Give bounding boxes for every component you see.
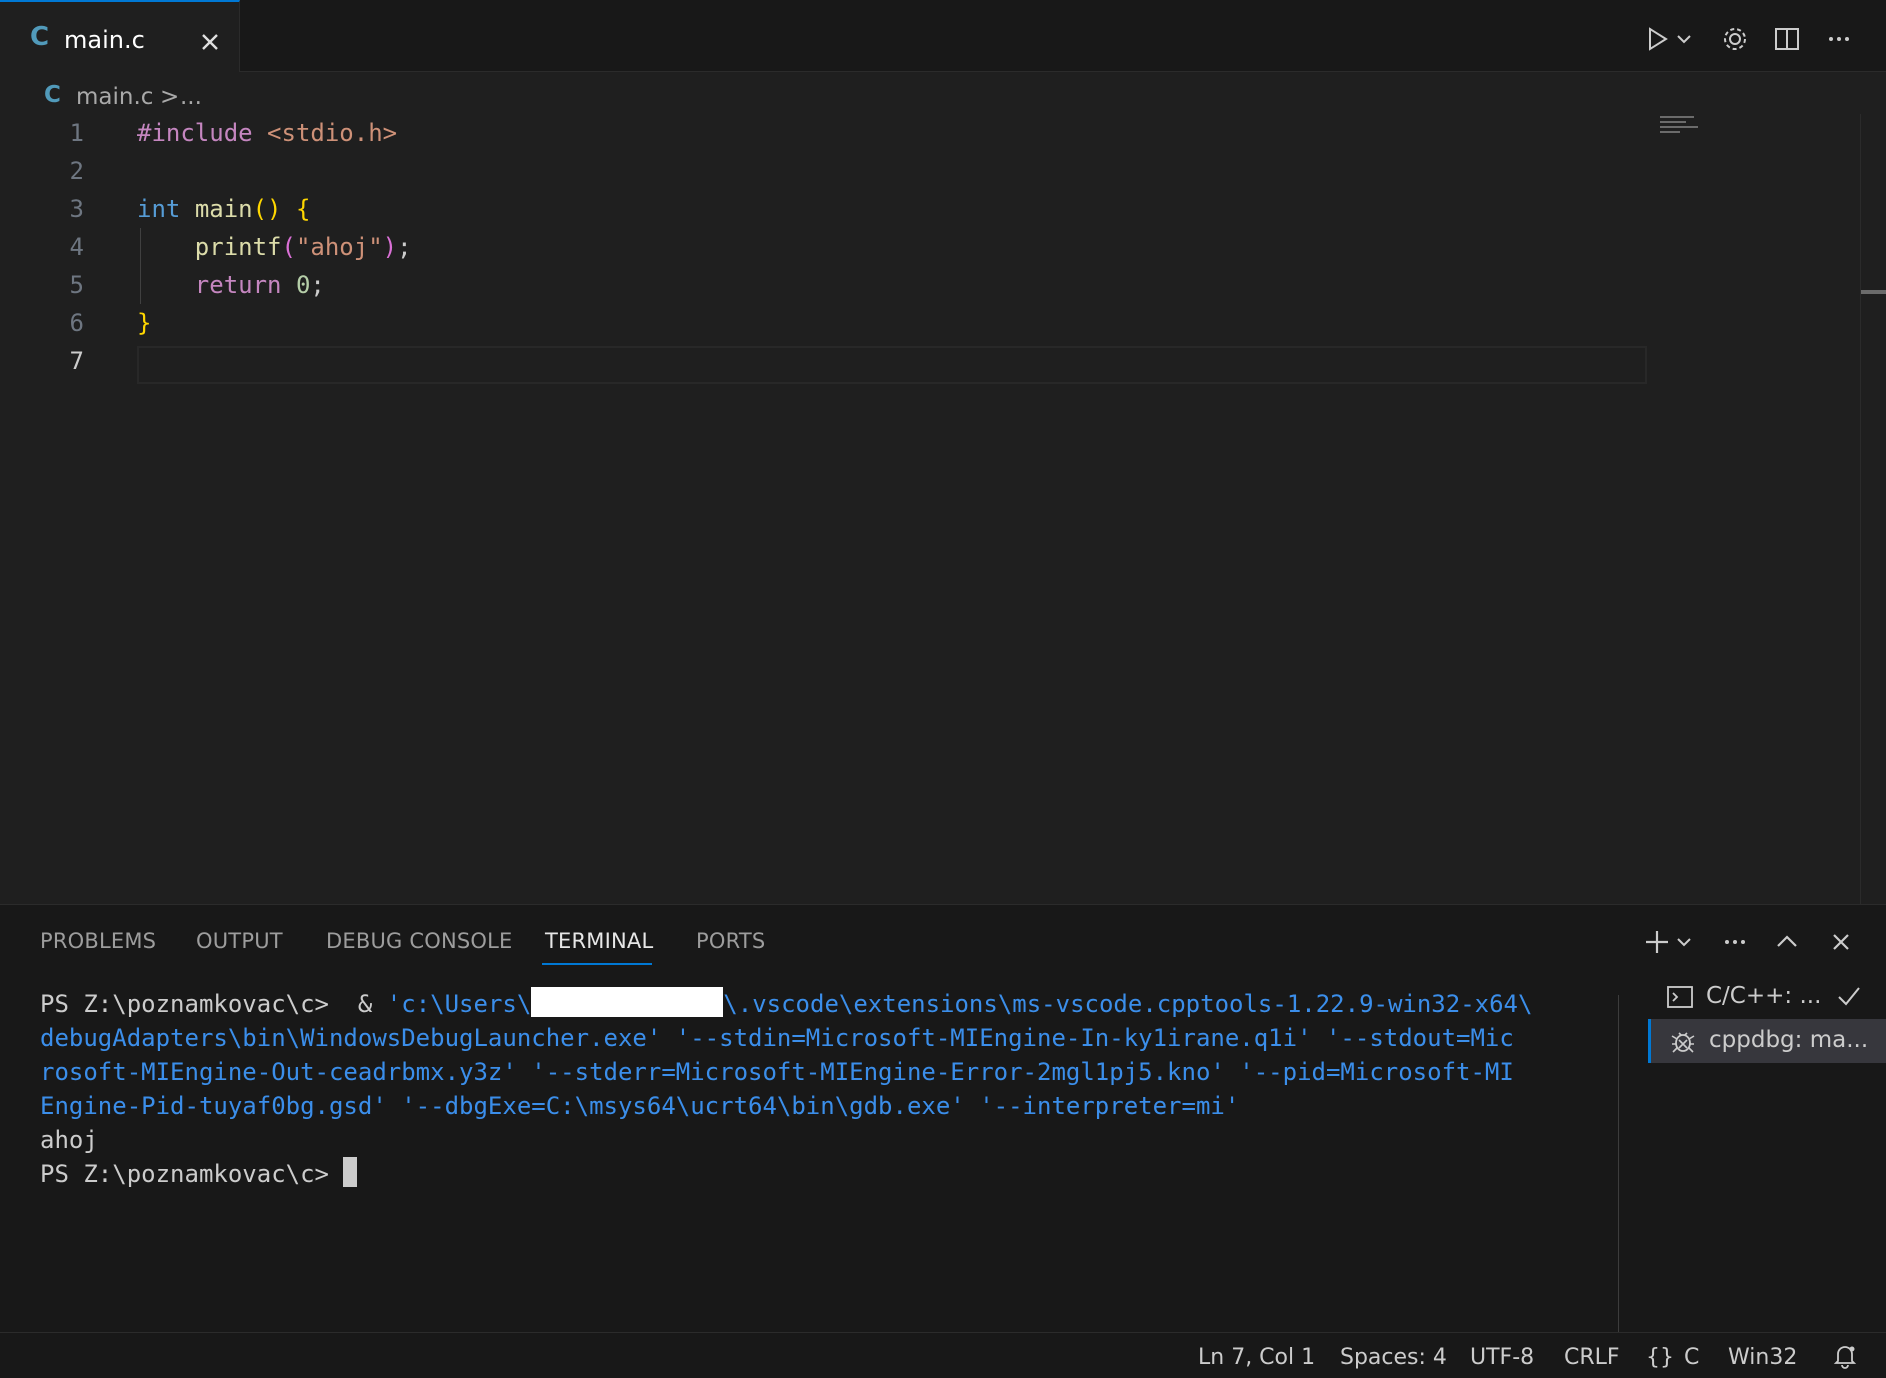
terminal-prompt[interactable]: PS Z:\poznamkovac\c>	[40, 1157, 1615, 1191]
gear-icon[interactable]	[1718, 22, 1752, 56]
tab-terminal[interactable]: TERMINAL	[545, 929, 653, 953]
status-cursor-position[interactable]: Ln 7, Col 1	[1198, 1345, 1315, 1370]
terminal-list-label: cppdbg: ma...	[1709, 1027, 1869, 1053]
program-output: ahoj	[40, 1126, 98, 1154]
check-icon	[1836, 983, 1862, 1009]
breadcrumb-file[interactable]: main.c	[76, 84, 153, 110]
code-editor[interactable]: 1 #include <stdio.h> 2 3 int main() { 4 …	[0, 114, 1886, 904]
terminal-cursor	[343, 1157, 358, 1187]
code-line[interactable]: 7	[0, 342, 1650, 380]
tab-debug-console[interactable]: DEBUG CONSOLE	[326, 929, 513, 953]
code-line[interactable]: 3 int main() {	[0, 190, 1650, 228]
chevron-down-icon[interactable]	[1672, 22, 1696, 56]
terminal-list-item-selected[interactable]: cppdbg: ma...	[1648, 1019, 1886, 1063]
close-icon[interactable]	[196, 28, 224, 56]
line-number: 3	[69, 195, 84, 223]
chevron-down-icon[interactable]	[1672, 925, 1696, 959]
bottom-panel: PROBLEMS OUTPUT DEBUG CONSOLE TERMINAL P…	[0, 904, 1886, 1333]
line-number: 2	[69, 157, 84, 185]
maximize-chevron-up-icon[interactable]	[1770, 925, 1804, 959]
split-editor-icon[interactable]	[1770, 22, 1804, 56]
terminal-line: PS Z:\poznamkovac\c> & 'c:\Users\ \.vscod…	[40, 987, 1615, 1021]
status-eol[interactable]: CRLF	[1564, 1345, 1620, 1370]
tab-label: main.c	[64, 26, 145, 54]
code-text: int main() {	[137, 195, 311, 223]
code-line[interactable]: 6 }	[0, 304, 1650, 342]
c-file-icon: C	[44, 82, 61, 108]
terminal-output[interactable]: PS Z:\poznamkovac\c> & 'c:\Users\ \.vscod…	[40, 987, 1615, 1191]
tab-output[interactable]: OUTPUT	[196, 929, 283, 953]
breadcrumb-separator: >	[160, 84, 180, 110]
terminal-list-divider	[1618, 995, 1619, 1333]
minimap[interactable]	[1660, 116, 1700, 142]
tab-main-c[interactable]: C main.c	[0, 0, 240, 72]
terminal-icon	[1666, 983, 1694, 1011]
code-line[interactable]: 1 #include <stdio.h>	[0, 114, 1650, 152]
code-text: }	[137, 309, 152, 337]
line-number: 4	[69, 233, 84, 261]
run-icon[interactable]	[1640, 22, 1674, 56]
notification-bell-icon[interactable]	[1832, 1343, 1858, 1375]
code-text: #include <stdio.h>	[137, 119, 398, 147]
add-icon[interactable]	[1640, 925, 1674, 959]
line-number: 6	[69, 309, 84, 337]
status-encoding[interactable]: UTF-8	[1470, 1345, 1534, 1370]
more-actions-icon[interactable]	[1718, 925, 1752, 959]
status-indentation[interactable]: Spaces: 4	[1340, 1345, 1447, 1370]
code-text: printf("ahoj");	[194, 233, 412, 261]
breadcrumb: C main.c > ...	[0, 76, 1886, 114]
code-line[interactable]: 2	[0, 152, 1650, 190]
line-number: 1	[69, 119, 84, 147]
editor-tab-bar: C main.c	[0, 0, 1886, 72]
language-braces-icon[interactable]: {}	[1646, 1345, 1674, 1370]
status-bar: Ln 7, Col 1 Spaces: 4 UTF-8 CRLF {} C Wi…	[0, 1332, 1886, 1378]
terminal-list: C/C++: ... cppdbg: ma...	[1648, 975, 1886, 1063]
tab-problems[interactable]: PROBLEMS	[40, 929, 156, 953]
c-file-icon: C	[30, 22, 50, 52]
active-tab-indicator	[542, 963, 652, 965]
code-line[interactable]: 4 printf("ahoj");	[0, 228, 1650, 266]
terminal-line: rosoft-MIEngine-Out-ceadrbmx.y3z' '--std…	[40, 1058, 1514, 1086]
code-text: return 0;	[194, 271, 325, 299]
status-platform[interactable]: Win32	[1728, 1345, 1797, 1370]
debug-icon	[1669, 1027, 1697, 1055]
close-icon[interactable]	[1824, 925, 1858, 959]
terminal-list-item[interactable]: C/C++: ...	[1648, 975, 1886, 1019]
terminal-line: debugAdapters\bin\WindowsDebugLauncher.e…	[40, 1024, 1514, 1052]
terminal-list-label: C/C++: ...	[1706, 983, 1822, 1009]
code-line[interactable]: 5 return 0;	[0, 266, 1650, 304]
status-language[interactable]: C	[1684, 1345, 1699, 1370]
tab-ports[interactable]: PORTS	[696, 929, 765, 953]
terminal-line: Engine-Pid-tuyaf0bg.gsd' '--dbgExe=C:\ms…	[40, 1092, 1240, 1120]
more-actions-icon[interactable]	[1822, 22, 1856, 56]
scrollbar-thumb[interactable]	[1861, 290, 1886, 294]
line-number: 5	[69, 271, 84, 299]
line-number-active: 7	[69, 347, 84, 375]
editor-scrollbar[interactable]	[1860, 114, 1886, 904]
redacted-username	[531, 987, 724, 1017]
breadcrumb-symbols[interactable]: ...	[180, 84, 202, 110]
editor-actions	[1640, 22, 1880, 56]
